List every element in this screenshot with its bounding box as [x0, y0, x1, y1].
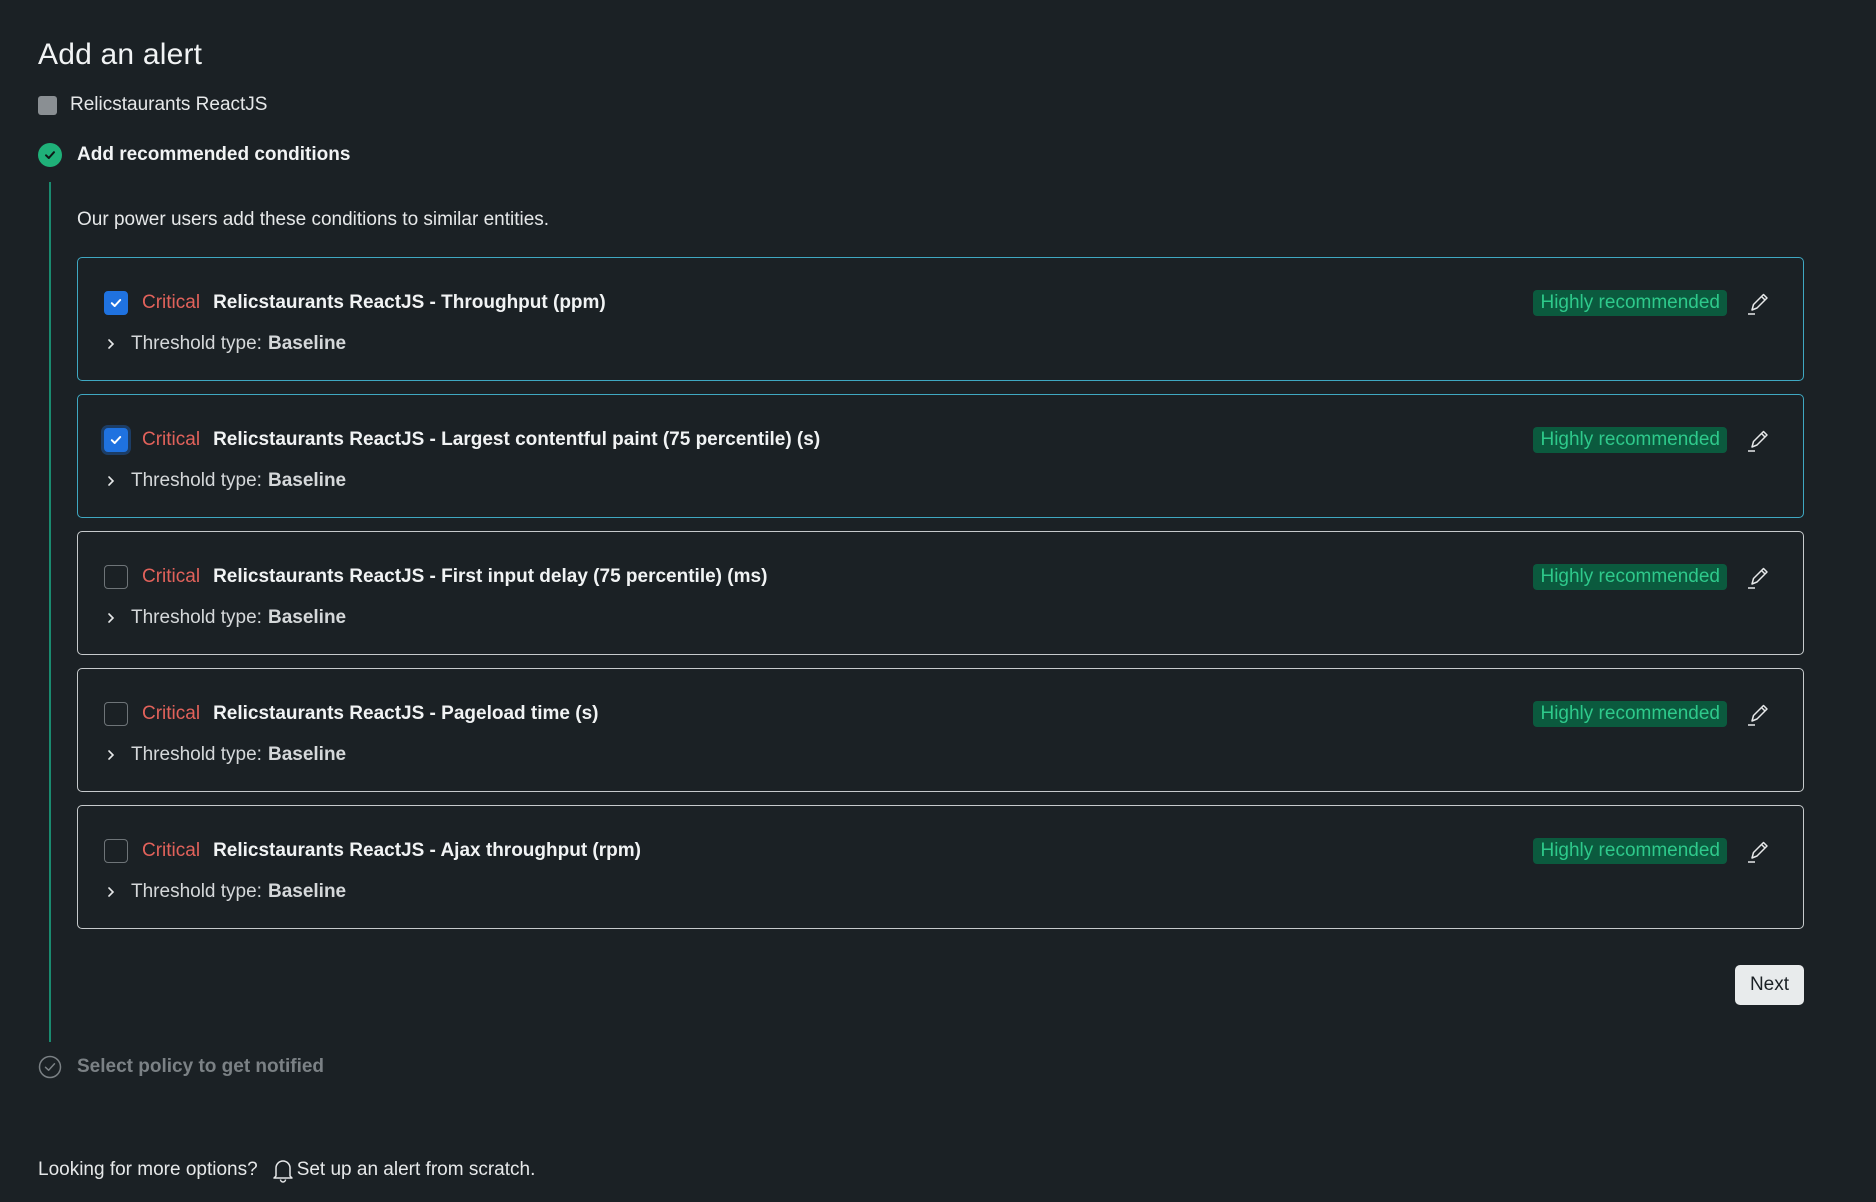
threshold-value: Baseline [267, 607, 347, 628]
severity-label: Critical [142, 292, 201, 313]
intro-text: Our power users add these conditions to … [77, 209, 550, 230]
severity-label: Critical [142, 566, 201, 587]
step-select-policy[interactable]: Select policy to get notified [38, 1055, 324, 1079]
threshold-label: Threshold type: [131, 333, 262, 354]
entity-name: Relicstaurants ReactJS [70, 94, 268, 115]
edit-pencil-icon[interactable] [1743, 562, 1773, 592]
threshold-label: Threshold type: [131, 607, 262, 628]
threshold-toggle[interactable]: Threshold type: Baseline [104, 470, 346, 492]
edit-pencil-icon[interactable] [1743, 836, 1773, 866]
footer-link-label: Set up an alert from scratch. [296, 1159, 536, 1180]
chevron-right-icon [104, 611, 118, 625]
create-alert-from-scratch-link[interactable]: Set up an alert from scratch. [271, 1157, 536, 1183]
step-label: Add recommended conditions [77, 144, 351, 165]
chevron-right-icon [104, 337, 118, 351]
condition-name: Relicstaurants ReactJS - First input del… [213, 566, 768, 587]
condition-checkbox-checked[interactable] [104, 291, 128, 315]
condition-list: Critical Relicstaurants ReactJS - Throug… [77, 257, 1804, 942]
severity-label: Critical [142, 703, 201, 724]
threshold-label: Threshold type: [131, 744, 262, 765]
threshold-label: Threshold type: [131, 470, 262, 491]
check-circle-filled-icon [38, 143, 62, 167]
entity-header: Relicstaurants ReactJS [38, 94, 267, 116]
threshold-toggle[interactable]: Threshold type: Baseline [104, 881, 346, 903]
chevron-right-icon [104, 748, 118, 762]
condition-card: Critical Relicstaurants ReactJS - Larges… [77, 394, 1804, 518]
threshold-value: Baseline [267, 470, 347, 491]
checkmark-icon [110, 299, 122, 307]
condition-card: Critical Relicstaurants ReactJS - Pagelo… [77, 668, 1804, 792]
condition-name: Relicstaurants ReactJS - Throughput (ppm… [213, 292, 606, 313]
condition-checkbox[interactable] [104, 565, 128, 589]
step-label: Select policy to get notified [77, 1056, 325, 1077]
threshold-label: Threshold type: [131, 881, 262, 902]
recommendation-badge: Highly recommended [1533, 838, 1727, 864]
condition-card: Critical Relicstaurants ReactJS - Ajax t… [77, 805, 1804, 929]
edit-pencil-icon[interactable] [1743, 699, 1773, 729]
threshold-toggle[interactable]: Threshold type: Baseline [104, 607, 346, 629]
edit-pencil-icon[interactable] [1743, 425, 1773, 455]
condition-name: Relicstaurants ReactJS - Largest content… [213, 429, 821, 450]
recommendation-badge: Highly recommended [1533, 427, 1727, 453]
condition-name: Relicstaurants ReactJS - Ajax throughput… [213, 840, 641, 861]
check-circle-outline-icon [38, 1055, 62, 1079]
condition-checkbox[interactable] [104, 702, 128, 726]
step-connector [49, 182, 51, 1042]
footer-prompt: Looking for more options? [38, 1159, 258, 1180]
condition-checkbox-checked[interactable] [104, 428, 128, 452]
threshold-value: Baseline [267, 744, 347, 765]
recommendation-badge: Highly recommended [1533, 290, 1727, 316]
threshold-value: Baseline [267, 881, 347, 902]
severity-label: Critical [142, 840, 201, 861]
condition-card: Critical Relicstaurants ReactJS - First … [77, 531, 1804, 655]
condition-name: Relicstaurants ReactJS - Pageload time (… [213, 703, 599, 724]
edit-pencil-icon[interactable] [1743, 288, 1773, 318]
recommendation-badge: Highly recommended [1533, 564, 1727, 590]
checkmark-icon [110, 436, 122, 444]
condition-card: Critical Relicstaurants ReactJS - Throug… [77, 257, 1804, 381]
step-add-conditions[interactable]: Add recommended conditions [38, 143, 350, 167]
chevron-right-icon [104, 885, 118, 899]
bell-icon [272, 1160, 293, 1183]
recommendation-badge: Highly recommended [1533, 701, 1727, 727]
threshold-toggle[interactable]: Threshold type: Baseline [104, 333, 346, 355]
condition-checkbox[interactable] [104, 839, 128, 863]
threshold-value: Baseline [267, 333, 347, 354]
chevron-right-icon [104, 474, 118, 488]
page-title: Add an alert [38, 38, 203, 71]
threshold-toggle[interactable]: Threshold type: Baseline [104, 744, 346, 766]
next-button[interactable]: Next [1735, 965, 1804, 1005]
footer: Looking for more options? Set up an aler… [38, 1157, 535, 1183]
severity-label: Critical [142, 429, 201, 450]
entity-type-icon [38, 95, 57, 115]
